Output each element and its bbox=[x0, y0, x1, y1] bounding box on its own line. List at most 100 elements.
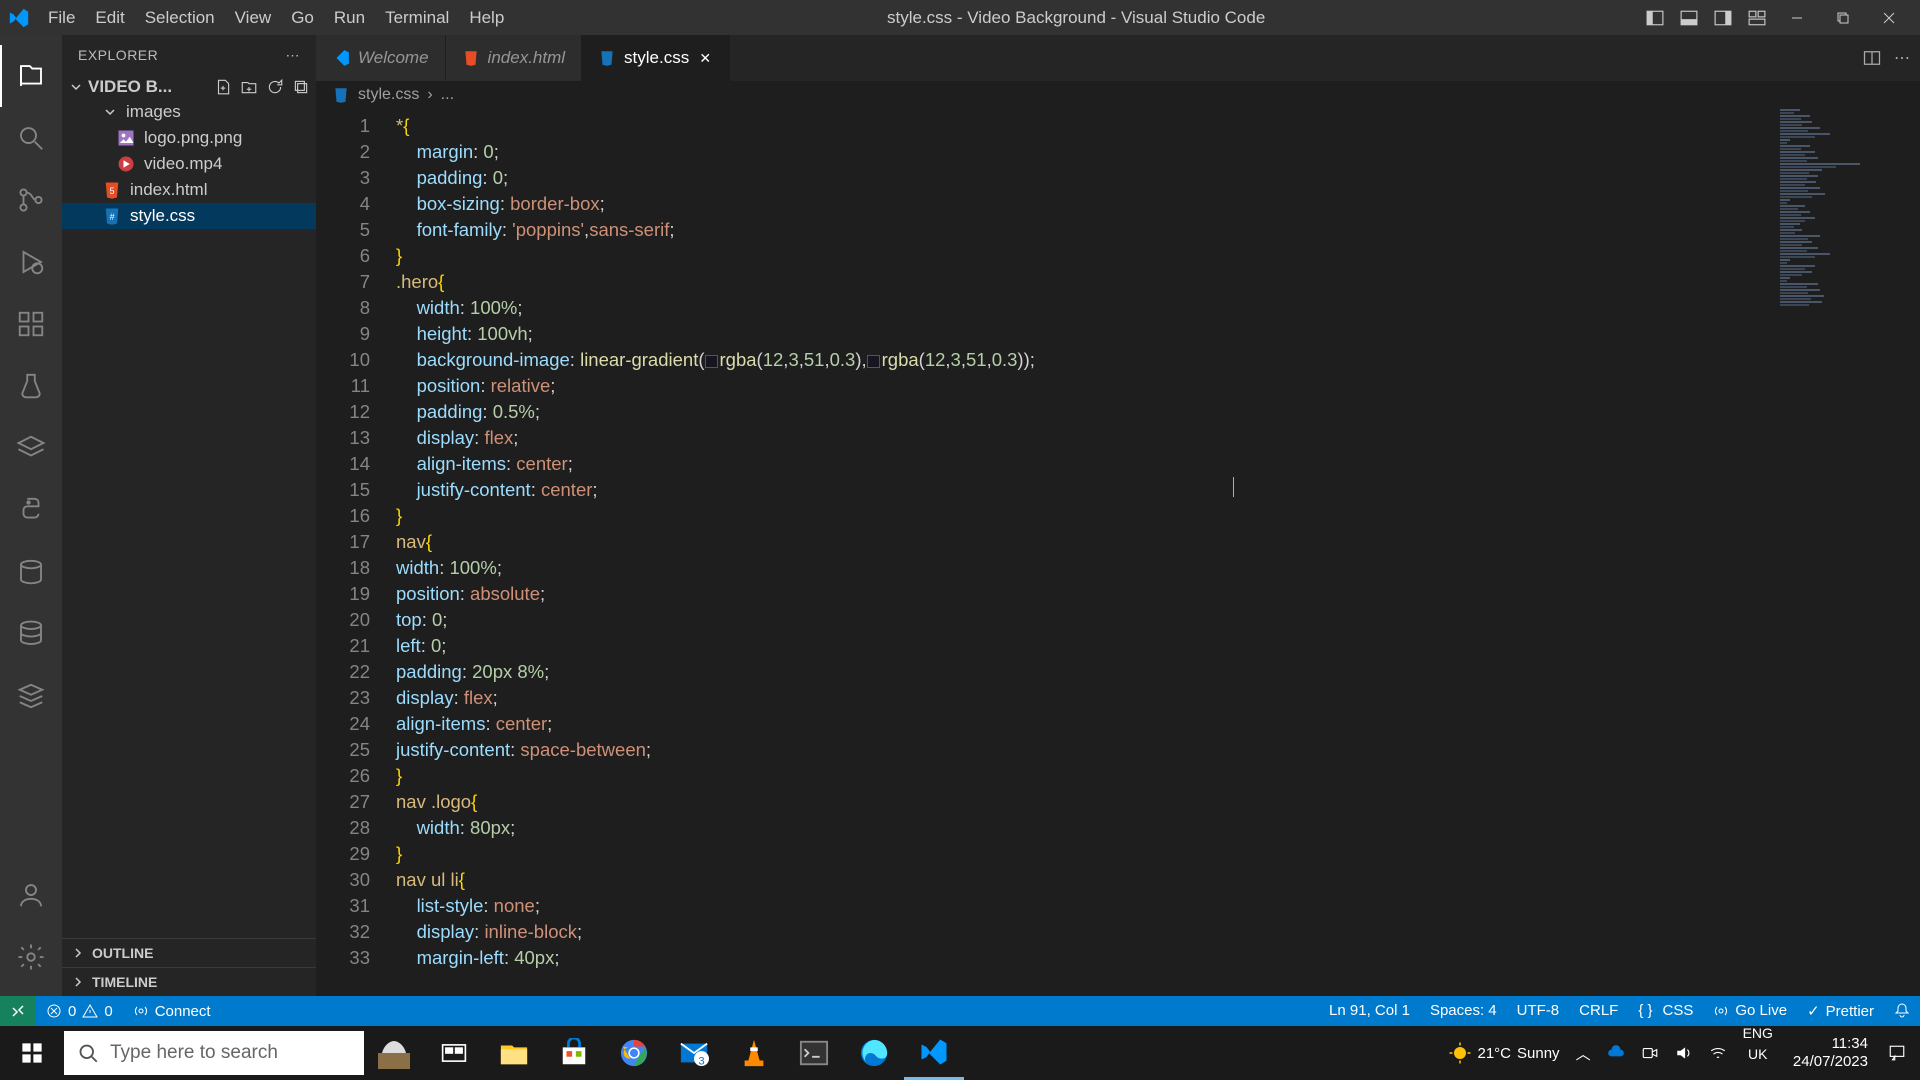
minimap[interactable] bbox=[1780, 109, 1900, 339]
clock-time: 11:34 bbox=[1793, 1035, 1868, 1053]
taskbar-search[interactable]: Type here to search bbox=[64, 1031, 364, 1075]
language-indicator[interactable]: ENGUK bbox=[1735, 1026, 1781, 1080]
activity-sql-icon[interactable] bbox=[0, 603, 62, 665]
activity-database-icon[interactable] bbox=[0, 541, 62, 603]
titlebar: File Edit Selection View Go Run Terminal… bbox=[0, 0, 1920, 35]
project-name: VIDEO B... bbox=[88, 77, 172, 97]
weather-temp: 21°C bbox=[1478, 1045, 1512, 1062]
maximize-button[interactable] bbox=[1820, 0, 1866, 35]
tab-index[interactable]: index.html bbox=[446, 35, 582, 81]
menu-run[interactable]: Run bbox=[324, 8, 375, 28]
menu-view[interactable]: View bbox=[225, 8, 282, 28]
activity-extensions-icon[interactable] bbox=[0, 293, 62, 355]
onedrive-icon[interactable] bbox=[1599, 1026, 1633, 1080]
activity-search-icon[interactable] bbox=[0, 107, 62, 169]
minimize-button[interactable] bbox=[1774, 0, 1820, 35]
eol-indicator[interactable]: CRLF bbox=[1569, 1002, 1628, 1019]
tab-style[interactable]: style.css ✕ bbox=[582, 35, 730, 81]
menu-file[interactable]: File bbox=[38, 8, 85, 28]
refresh-icon[interactable] bbox=[266, 78, 284, 96]
volume-icon[interactable] bbox=[1667, 1026, 1701, 1080]
menu-selection[interactable]: Selection bbox=[135, 8, 225, 28]
tab-welcome[interactable]: Welcome bbox=[316, 35, 446, 81]
timeline-section[interactable]: TIMELINE bbox=[62, 967, 316, 996]
prettier-button[interactable]: ✓Prettier bbox=[1797, 1002, 1884, 1020]
split-editor-icon[interactable] bbox=[1862, 48, 1882, 68]
vlc-icon[interactable] bbox=[724, 1026, 784, 1080]
file-logo[interactable]: logo.png.png bbox=[62, 125, 316, 151]
menu-help[interactable]: Help bbox=[459, 8, 514, 28]
tab-close-icon[interactable]: ✕ bbox=[697, 50, 713, 66]
explorer-tree: VIDEO B... images logo.png.png video.mp4 bbox=[62, 75, 316, 938]
activity-debug-icon[interactable] bbox=[0, 231, 62, 293]
svg-text:#: # bbox=[110, 212, 115, 222]
explorer-more-icon[interactable]: ⋯ bbox=[286, 47, 301, 64]
activity-bar bbox=[0, 35, 62, 996]
problems-indicator[interactable]: 0 0 bbox=[36, 996, 123, 1026]
activity-account-icon[interactable] bbox=[0, 864, 62, 926]
clock-date: 24/07/2023 bbox=[1793, 1053, 1868, 1071]
meet-now-icon[interactable] bbox=[1633, 1026, 1667, 1080]
toggle-panel-right-icon[interactable] bbox=[1708, 6, 1738, 30]
project-root[interactable]: VIDEO B... bbox=[62, 75, 316, 99]
windows-taskbar: Type here to search 3 21°C Sunny ︿ ENGUK… bbox=[0, 1026, 1920, 1080]
outline-section[interactable]: OUTLINE bbox=[62, 938, 316, 967]
activity-scm-icon[interactable] bbox=[0, 169, 62, 231]
edge-icon[interactable] bbox=[844, 1026, 904, 1080]
mail-icon[interactable]: 3 bbox=[664, 1026, 724, 1080]
chrome-icon[interactable] bbox=[604, 1026, 664, 1080]
wifi-icon[interactable] bbox=[1701, 1026, 1735, 1080]
cursor-position[interactable]: Ln 91, Col 1 bbox=[1319, 1002, 1420, 1019]
activity-python-icon[interactable] bbox=[0, 479, 62, 541]
start-button[interactable] bbox=[0, 1026, 64, 1080]
more-actions-icon[interactable]: ⋯ bbox=[1894, 48, 1910, 68]
warnings-count: 0 bbox=[104, 1003, 112, 1020]
activity-stack-icon[interactable] bbox=[0, 665, 62, 727]
close-button[interactable] bbox=[1866, 0, 1912, 35]
toggle-panel-left-icon[interactable] bbox=[1640, 6, 1670, 30]
file-video[interactable]: video.mp4 bbox=[62, 151, 316, 177]
file-label: style.css bbox=[130, 206, 195, 226]
file-style[interactable]: # style.css bbox=[62, 203, 316, 229]
new-folder-icon[interactable] bbox=[240, 78, 258, 96]
collapse-all-icon[interactable] bbox=[292, 78, 310, 96]
notifications-icon[interactable] bbox=[1884, 1002, 1920, 1018]
toggle-panel-bottom-icon[interactable] bbox=[1674, 6, 1704, 30]
search-placeholder: Type here to search bbox=[110, 1042, 278, 1064]
clock[interactable]: 11:34 24/07/2023 bbox=[1781, 1035, 1880, 1071]
sidebar: EXPLORER ⋯ VIDEO B... images logo.pn bbox=[62, 35, 316, 996]
vscode-taskbar-icon[interactable] bbox=[904, 1026, 964, 1080]
menu-terminal[interactable]: Terminal bbox=[375, 8, 459, 28]
activity-settings-icon[interactable] bbox=[0, 926, 62, 988]
customize-layout-icon[interactable] bbox=[1742, 6, 1772, 30]
weather-widget[interactable]: 21°C Sunny bbox=[1440, 1026, 1568, 1080]
store-icon[interactable] bbox=[544, 1026, 604, 1080]
language-indicator[interactable]: { }CSS bbox=[1628, 1002, 1703, 1019]
remote-indicator[interactable] bbox=[0, 996, 36, 1026]
file-label: index.html bbox=[130, 180, 207, 200]
indent-indicator[interactable]: Spaces: 4 bbox=[1420, 1002, 1507, 1019]
text-cursor bbox=[1233, 477, 1234, 497]
connect-button[interactable]: Connect bbox=[123, 996, 221, 1026]
tray-expand-icon[interactable]: ︿ bbox=[1568, 1026, 1599, 1080]
action-center-icon[interactable] bbox=[1880, 1026, 1914, 1080]
golive-button[interactable]: Go Live bbox=[1703, 1002, 1797, 1019]
activity-references-icon[interactable] bbox=[0, 417, 62, 479]
folder-images[interactable]: images bbox=[62, 99, 316, 125]
terminal-icon[interactable] bbox=[784, 1026, 844, 1080]
activity-testing-icon[interactable] bbox=[0, 355, 62, 417]
new-file-icon[interactable] bbox=[214, 78, 232, 96]
file-explorer-icon[interactable] bbox=[484, 1026, 544, 1080]
file-index[interactable]: 5 index.html bbox=[62, 177, 316, 203]
timeline-label: TIMELINE bbox=[92, 974, 157, 990]
explorer-title: EXPLORER bbox=[78, 47, 158, 63]
code-editor[interactable]: 1234567891011121314151617181920212223242… bbox=[316, 109, 1920, 996]
encoding-indicator[interactable]: UTF-8 bbox=[1507, 1002, 1570, 1019]
task-view-icon[interactable] bbox=[424, 1026, 484, 1080]
breadcrumb[interactable]: style.css › ... bbox=[316, 81, 1920, 109]
menu-edit[interactable]: Edit bbox=[85, 8, 134, 28]
activity-explorer-icon[interactable] bbox=[0, 45, 62, 107]
menu-go[interactable]: Go bbox=[281, 8, 324, 28]
cortana-icon[interactable] bbox=[364, 1026, 424, 1080]
tab-label: style.css bbox=[624, 48, 689, 68]
